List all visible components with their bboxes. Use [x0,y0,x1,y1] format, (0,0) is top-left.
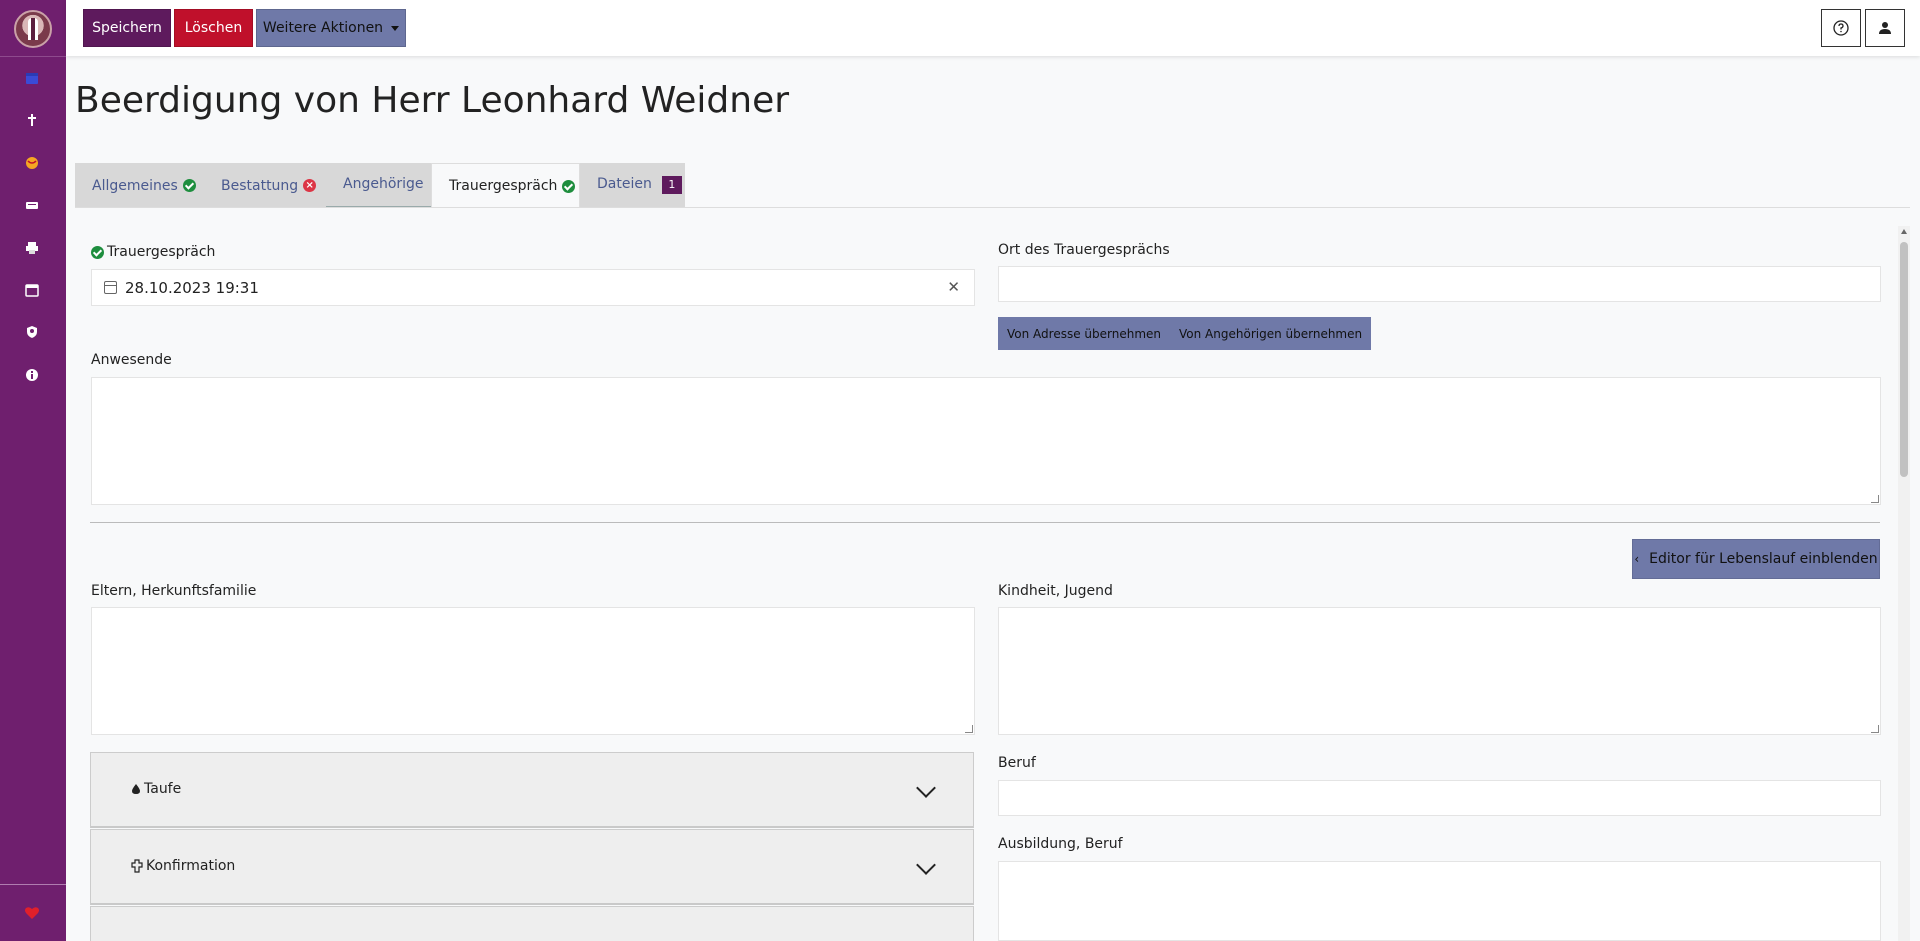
eltern-label-text: Eltern, Herkunftsfamilie [91,583,257,599]
accordion-label: Konfirmation [146,858,236,874]
tab-label: Dateien [597,176,652,192]
tab-label: Allgemeines [92,177,178,194]
anwesende-textarea[interactable] [91,377,1881,505]
tab-angehoerige[interactable]: Angehörige [326,163,431,208]
check-circle-icon [91,245,104,259]
sidebar [0,0,66,941]
eltern-label: Eltern, Herkunftsfamilie [91,583,256,599]
scroll-thumb[interactable] [1900,242,1908,477]
heart-icon[interactable] [22,903,42,923]
user-icon [1879,22,1891,34]
calendar-icon [104,281,117,294]
tab-label: Bestattung [221,177,299,194]
clear-icon[interactable]: ✕ [947,278,960,296]
tab-bestattung[interactable]: Bestattung × [204,163,326,208]
beruf-label-text: Beruf [998,755,1036,771]
resize-handle[interactable] [965,725,973,733]
anwesende-label-text: Anwesende [91,352,172,368]
ort-label: Ort des Trauergesprächs [998,242,1170,258]
ausbildung-textarea[interactable] [998,861,1881,941]
user-button[interactable] [1865,9,1905,47]
calendar-icon[interactable] [22,68,42,88]
more-actions-label: Weitere Aktionen [262,20,384,36]
show-editor-button[interactable]: ‹ Editor für Lebenslauf einblenden [1632,539,1880,579]
trauergespraech-label: Trauergespräch [91,244,215,260]
tab-trauergespraech[interactable]: Trauergespräch [431,163,580,208]
accordion-label: Taufe [144,781,182,797]
error-circle-icon: × [303,179,317,192]
scrollbar[interactable] [1898,226,1910,941]
globe-icon[interactable] [22,153,42,173]
eltern-textarea[interactable] [91,607,975,735]
delete-button[interactable]: Löschen [174,9,253,47]
more-actions-dropdown[interactable]: Weitere Aktionen [256,9,406,47]
tab-underline [75,207,1910,208]
accordion-title: Konfirmation [131,858,235,874]
save-button-label: Speichern [92,20,162,36]
ort-button-group: Von Adresse übernehmen Von Angehörigen ü… [998,317,1372,350]
ausbildung-label-text: Ausbildung, Beruf [998,836,1123,852]
anwesende-label: Anwesende [91,352,172,368]
trauergespraech-label-text: Trauergespräch [107,244,216,260]
beruf-label: Beruf [998,755,1036,771]
app-logo[interactable] [14,10,52,48]
top-toolbar: Speichern Löschen Weitere Aktionen [66,0,1920,56]
cross-icon[interactable] [22,110,42,130]
help-icon [1833,20,1849,36]
scroll-up-icon[interactable] [1901,229,1907,234]
help-button[interactable] [1821,9,1861,47]
check-circle-icon [562,179,576,193]
tab-allgemeines[interactable]: Allgemeines [75,163,204,208]
chevron-left-icon: ‹ [1634,552,1640,566]
kindheit-label: Kindheit, Jugend [998,583,1113,599]
count-badge: 1 [661,176,682,194]
user-shield-icon[interactable] [22,322,42,342]
info-icon[interactable] [22,365,42,385]
accordion-title: Taufe [131,781,181,797]
sidebar-divider [0,56,66,57]
show-editor-label: Editor für Lebenslauf einblenden [1649,551,1878,567]
sidebar-bottom-divider [0,884,66,885]
trauergespraech-date-value: 28.10.2023 19:31 [125,278,259,297]
tab-dateien[interactable]: Dateien 1 [580,163,685,208]
accordion-more[interactable] [90,906,974,941]
delete-button-label: Löschen [184,20,243,36]
ort-input[interactable] [998,266,1881,302]
chevron-down-icon [916,778,936,798]
accordion-taufe[interactable]: Taufe [90,752,974,828]
resize-handle[interactable] [1871,495,1879,503]
printer-icon[interactable] [22,238,42,258]
cross-icon [131,859,143,873]
kindheit-textarea[interactable] [998,607,1881,735]
save-button[interactable]: Speichern [83,9,171,47]
keyboard-icon[interactable] [22,195,42,215]
chevron-down-icon [916,855,936,875]
tab-label: Angehörige [343,176,424,192]
check-circle-icon [182,179,196,192]
from-address-button[interactable]: Von Adresse übernehmen [998,327,1170,341]
beruf-input[interactable] [998,780,1881,816]
accordion-konfirmation[interactable]: Konfirmation [90,829,974,905]
calendar-icon[interactable] [22,280,42,300]
ort-label-text: Ort des Trauergesprächs [998,242,1170,258]
resize-handle[interactable] [1871,725,1879,733]
from-relatives-button[interactable]: Von Angehörigen übernehmen [1170,327,1371,341]
drop-icon [132,784,140,794]
tab-label: Trauergespräch [449,178,558,194]
caret-down-icon [391,25,400,31]
kindheit-label-text: Kindheit, Jugend [998,583,1113,599]
page-title: Beerdigung von Herr Leonhard Weidner [75,80,790,121]
section-divider [90,522,1880,523]
trauergespraech-date-field[interactable]: 28.10.2023 19:31 ✕ [91,269,975,306]
ausbildung-label: Ausbildung, Beruf [998,836,1123,852]
